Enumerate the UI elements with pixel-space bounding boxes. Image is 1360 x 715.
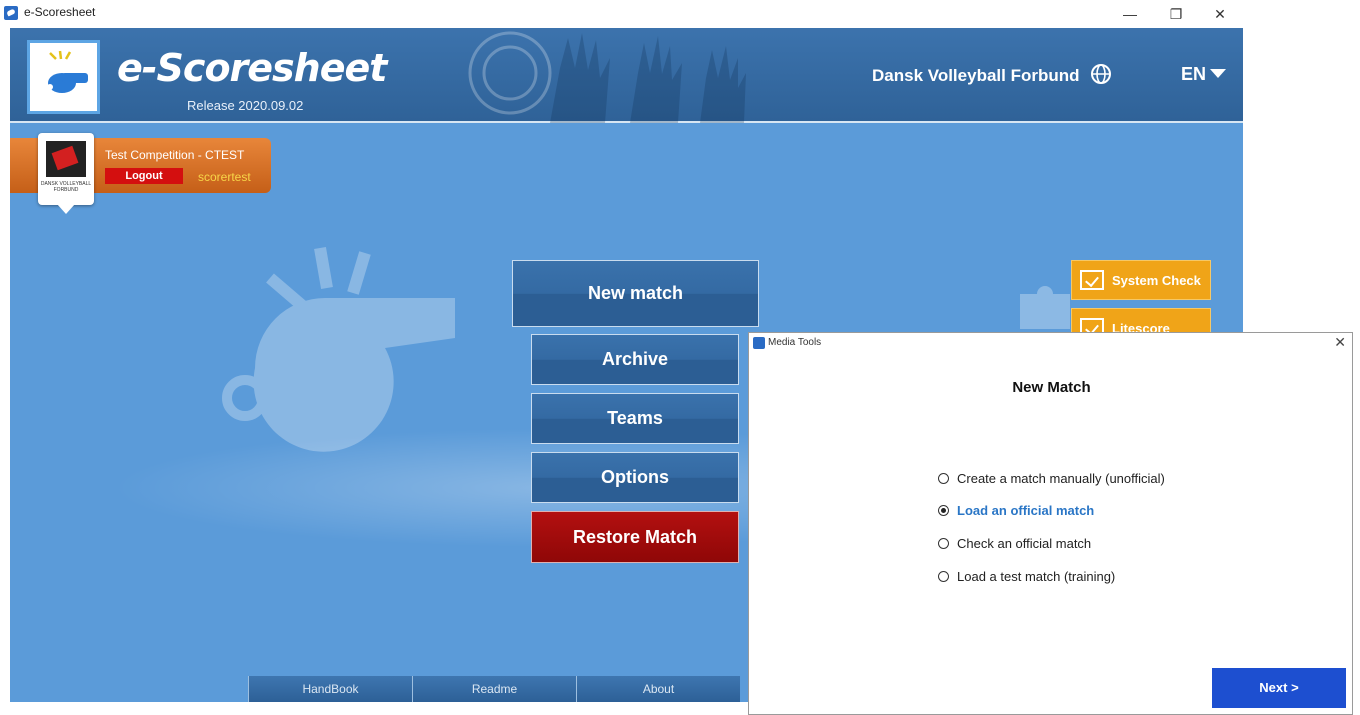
option-create-manual[interactable]: Create a match manually (unofficial) bbox=[938, 471, 1165, 486]
close-button[interactable]: ✕ bbox=[1200, 4, 1240, 24]
next-button[interactable]: Next > bbox=[1212, 668, 1346, 708]
globe-icon[interactable] bbox=[1090, 63, 1112, 85]
federation-logo-icon bbox=[46, 141, 86, 177]
radio-selected-icon[interactable] bbox=[938, 505, 949, 516]
option-label: Load a test match (training) bbox=[957, 569, 1116, 584]
whistle-logo-icon bbox=[27, 40, 100, 114]
system-check-button[interactable]: System Check bbox=[1071, 260, 1211, 300]
app-icon bbox=[753, 337, 765, 349]
option-load-test[interactable]: Load a test match (training) bbox=[938, 569, 1115, 584]
chevron-down-icon bbox=[1210, 69, 1227, 78]
new-match-button[interactable]: New match bbox=[512, 260, 759, 327]
language-label: EN bbox=[1181, 64, 1207, 84]
radio-icon[interactable] bbox=[938, 473, 949, 484]
hands-decoration bbox=[468, 31, 746, 123]
app-icon bbox=[4, 6, 18, 20]
dialog-window-title: Media Tools bbox=[768, 337, 822, 348]
option-label: Create a match manually (unofficial) bbox=[957, 471, 1165, 486]
badge-text: DANSK VOLLEYBALL FORBUND bbox=[40, 181, 92, 193]
option-label: Load an official match bbox=[957, 503, 1095, 518]
option-load-official[interactable]: Load an official match bbox=[938, 503, 1094, 518]
about-tab[interactable]: About bbox=[576, 676, 740, 702]
release-label: Release 2020.09.02 bbox=[187, 98, 304, 113]
maximize-button[interactable]: ❐ bbox=[1156, 4, 1196, 24]
archive-button[interactable]: Archive bbox=[531, 334, 739, 385]
background-whistle-icon bbox=[222, 246, 455, 452]
checkbox-icon bbox=[1080, 270, 1104, 290]
restore-match-button[interactable]: Restore Match bbox=[531, 511, 739, 563]
federation-badge: DANSK VOLLEYBALL FORBUND bbox=[38, 133, 94, 214]
federation-name: Dansk Volleyball Forbund bbox=[872, 66, 1080, 85]
radio-icon[interactable] bbox=[938, 538, 949, 549]
puzzle-icon bbox=[1020, 286, 1070, 329]
readme-tab[interactable]: Readme bbox=[412, 676, 576, 702]
main-window-titlebar: e-Scoresheet — ❐ ✕ bbox=[0, 0, 1360, 28]
app-header: e-Scoresheet Release 2020.09.02 Dansk Vo… bbox=[10, 28, 1243, 123]
dialog-heading: New Match bbox=[1012, 379, 1091, 396]
option-label: Check an official match bbox=[957, 536, 1092, 551]
dialog-close-button[interactable]: ✕ bbox=[1334, 334, 1346, 351]
dialog-titlebar: Media Tools ✕ bbox=[749, 333, 1352, 353]
options-button[interactable]: Options bbox=[531, 452, 739, 503]
brand-title: e-Scoresheet bbox=[117, 46, 387, 90]
handbook-tab[interactable]: HandBook bbox=[248, 676, 412, 702]
radio-icon[interactable] bbox=[938, 571, 949, 582]
minimize-button[interactable]: — bbox=[1110, 4, 1150, 24]
window-title: e-Scoresheet bbox=[24, 5, 96, 19]
competition-name: Test Competition - CTEST bbox=[105, 148, 245, 162]
option-check-official[interactable]: Check an official match bbox=[938, 536, 1091, 551]
new-match-dialog: Media Tools ✕ New Match Create a match m… bbox=[748, 332, 1353, 715]
teams-button[interactable]: Teams bbox=[531, 393, 739, 444]
user-name: scorertest bbox=[198, 170, 251, 184]
logout-button[interactable]: Logout bbox=[105, 168, 183, 184]
language-selector[interactable]: EN bbox=[1181, 64, 1227, 85]
system-check-label: System Check bbox=[1112, 273, 1201, 288]
